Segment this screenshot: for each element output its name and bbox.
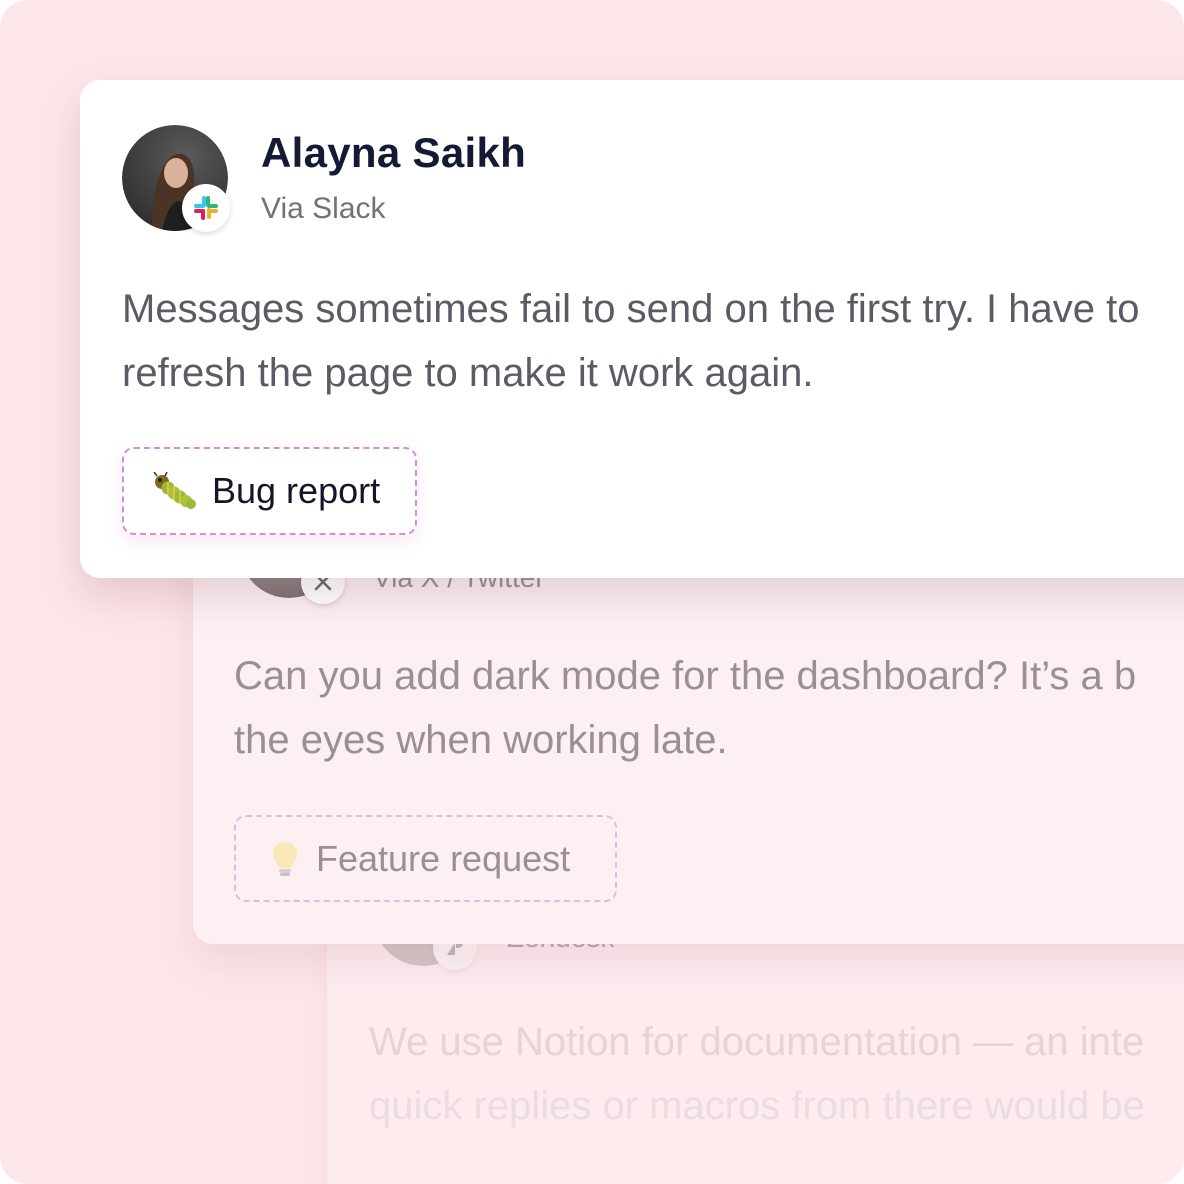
bug-report-tag[interactable]: Bug report: [122, 447, 417, 535]
message-line: the eyes when working late.: [234, 718, 728, 762]
tag-label: Bug report: [212, 470, 381, 511]
slack-icon: [182, 184, 230, 232]
message-line: We use Notion for documentation — an int…: [369, 1020, 1145, 1064]
caterpillar-bug-icon: [152, 472, 196, 510]
feedback-card-slack[interactable]: Alayna Saikh Via Slack Messages sometime…: [80, 80, 1184, 578]
author-name: Alayna Saikh: [261, 129, 527, 176]
lightbulb-icon: [270, 839, 300, 879]
avatar: [122, 125, 230, 232]
tag-label: Feature request: [316, 837, 571, 879]
message-line: refresh the page to make it work again.: [122, 351, 814, 395]
background-canvas: Zendesk We use Notion for documentation …: [0, 0, 1184, 1184]
message-line: Messages sometimes fail to send on the f…: [122, 287, 1140, 331]
source-label: Via Slack: [261, 192, 386, 225]
message-line: Can you add dark mode for the dashboard?…: [234, 654, 1137, 698]
message-line: quick replies or macros from there would…: [369, 1084, 1145, 1128]
feature-request-tag[interactable]: Feature request: [234, 815, 617, 902]
